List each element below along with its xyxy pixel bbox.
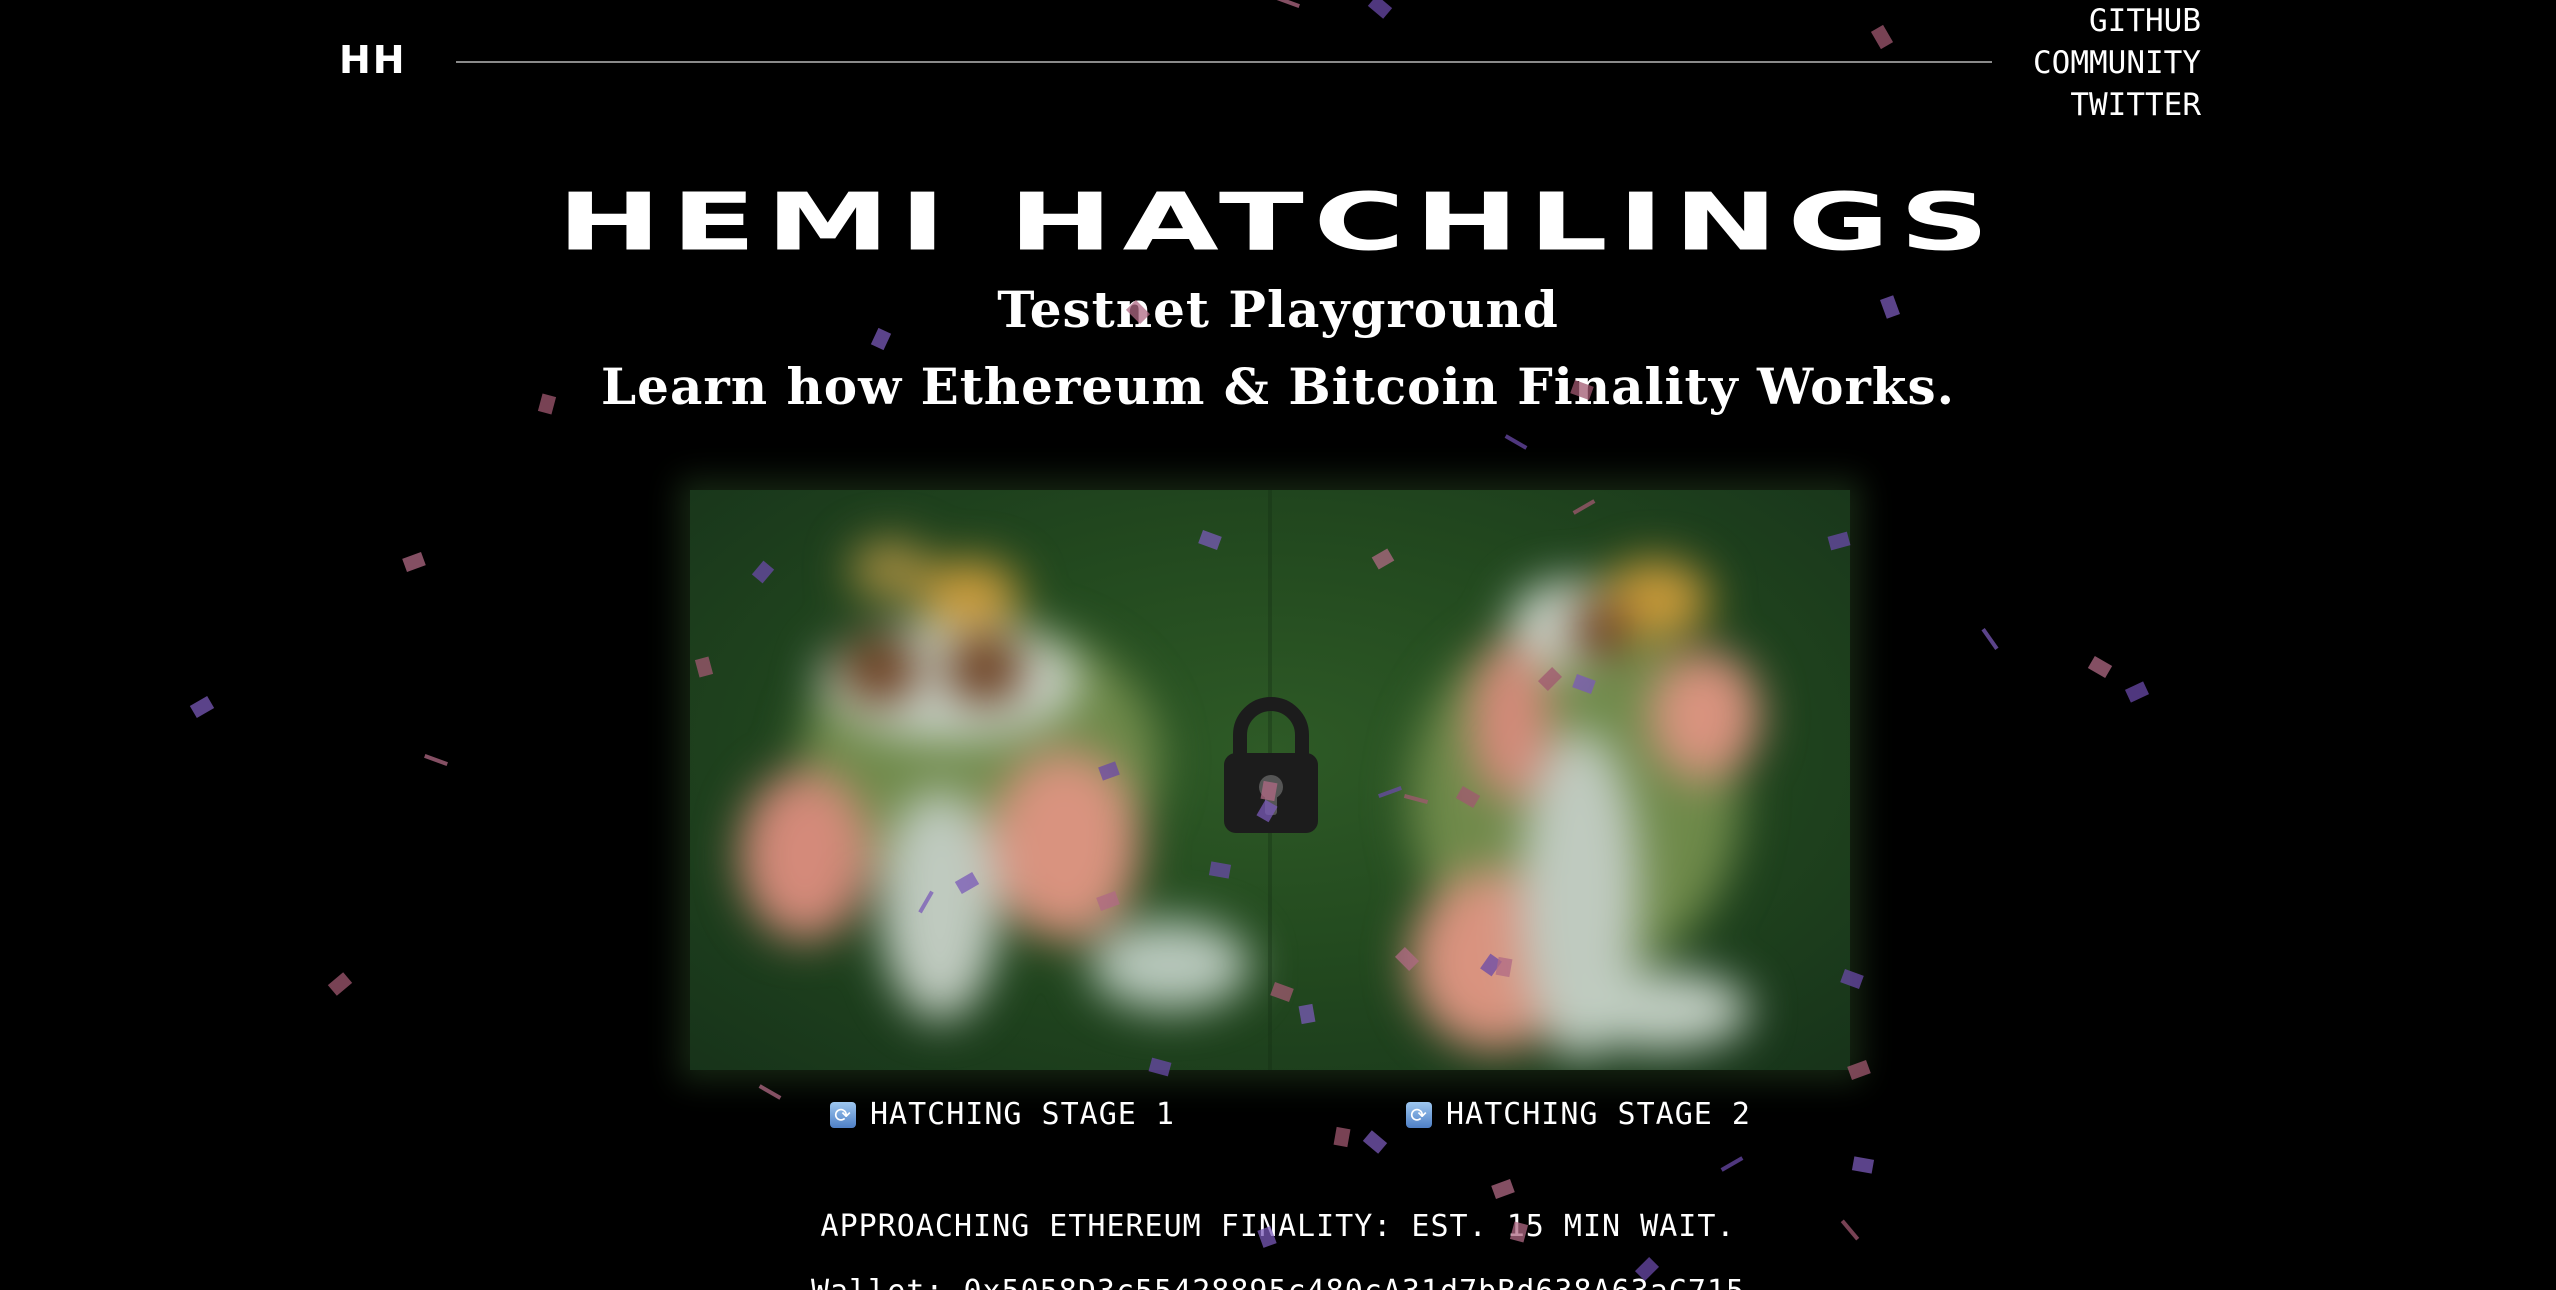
confetti-piece <box>1847 1060 1871 1080</box>
hatching-stage-1[interactable]: ⟳ HATCHING STAGE 1 <box>830 1097 1175 1133</box>
confetti-piece <box>402 552 426 572</box>
confetti-piece <box>189 695 215 719</box>
confetti-piece <box>1333 1126 1351 1148</box>
confetti-piece <box>1362 1130 1388 1154</box>
header-divider <box>456 61 1992 63</box>
nav-github-link[interactable]: GITHUB <box>2089 0 2201 42</box>
confetti-piece <box>2124 681 2150 703</box>
confetti-piece <box>1276 0 1300 8</box>
lock-icon <box>1224 697 1318 833</box>
stage-label: HATCHING STAGE 1 <box>870 1097 1175 1132</box>
confetti-piece <box>1504 434 1528 450</box>
hatching-stage-2[interactable]: ⟳ HATCHING STAGE 2 <box>1406 1097 1751 1133</box>
nav-community-link[interactable]: COMMUNITY <box>2033 42 2201 84</box>
nav-twitter-link[interactable]: TWITTER <box>2070 84 2201 126</box>
confetti-piece <box>1870 24 1894 50</box>
hatchling-image-panel[interactable] <box>690 490 1850 1070</box>
page-subtitle: Testnet Playground <box>997 280 1559 339</box>
logo[interactable]: HH <box>339 38 407 82</box>
top-nav: GITHUB COMMUNITY TWITTER <box>2033 0 2201 126</box>
confetti-piece <box>1367 0 1393 19</box>
confetti-piece <box>1851 1156 1875 1174</box>
finality-status: APPROACHING ETHEREUM FINALITY: EST. 15 M… <box>820 1209 1736 1244</box>
wallet-address: Wallet: 0x5058D3c55428895c480cA31d7bBd63… <box>0 1274 2556 1290</box>
page-title: HEMI HATCHLINGS <box>557 176 1999 270</box>
page-tagline: Learn how Ethereum & Bitcoin Finality Wo… <box>600 357 1955 416</box>
confetti-piece <box>2087 655 2113 679</box>
confetti-piece <box>327 972 353 996</box>
confetti-piece <box>1491 1179 1515 1199</box>
confetti-piece <box>1720 1156 1744 1172</box>
confetti-piece <box>424 754 448 766</box>
confetti-piece <box>758 1084 782 1100</box>
refresh-icon: ⟳ <box>1406 1102 1432 1128</box>
stage-label: HATCHING STAGE 2 <box>1446 1097 1751 1132</box>
refresh-icon: ⟳ <box>830 1102 856 1128</box>
confetti-piece <box>1981 628 1999 650</box>
